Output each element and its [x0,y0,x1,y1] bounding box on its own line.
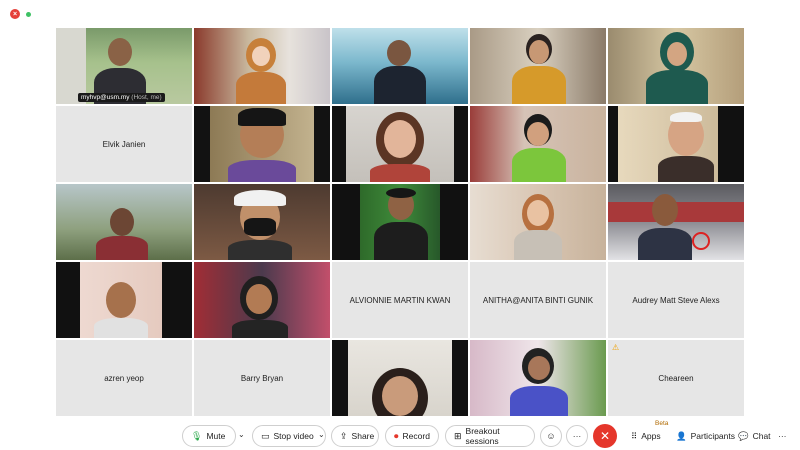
more-icon: ··· [778,431,787,441]
window-controls: × [10,9,31,19]
participant-name: ANITHA@ANITA BINTI GUNIK [482,295,594,305]
video-tile[interactable] [470,340,606,416]
participants-icon: 👤 [676,430,687,441]
video-tile[interactable] [608,106,744,182]
participant-name: Elvik Janien [102,139,146,149]
video-tile[interactable] [332,106,468,182]
video-tile[interactable] [608,28,744,104]
video-tile-host[interactable]: myhvp@usm.my (Host, me) [56,28,192,104]
overflow-menu-button[interactable]: ··· [778,425,787,447]
end-call-button[interactable]: ✕ [593,424,617,448]
video-tile-off[interactable]: ALVIONNIE MARTIN KWAN [332,262,468,338]
mute-button[interactable]: 🎙 Mute [182,425,236,447]
video-tile[interactable] [194,106,330,182]
video-tile[interactable] [194,28,330,104]
participant-name: ALVIONNIE MARTIN KWAN [349,295,451,305]
video-tile[interactable] [470,28,606,104]
video-tile[interactable] [56,262,192,338]
more-icon: ··· [572,431,582,441]
video-tile[interactable] [194,262,330,338]
breakout-icon: ⊞ [454,430,462,441]
share-button[interactable]: ⇪ Share [331,425,379,447]
share-icon: ⇪ [340,430,348,441]
connection-status-icon [26,11,31,17]
more-options-button[interactable]: ··· [566,425,588,447]
smiley-icon: ☺ [546,431,556,441]
apps-icon: ⠿ [631,430,638,441]
video-tile[interactable] [608,184,744,260]
record-icon: ⏺ [394,430,399,441]
video-tile[interactable] [332,28,468,104]
host-name-label: myhvp@usm.my (Host, me) [78,93,165,102]
video-tile[interactable] [470,184,606,260]
video-camera-icon: ▭ [261,430,270,441]
apps-button[interactable]: ⠿ Apps [631,425,661,447]
chat-icon: 💬 [738,430,749,441]
microphone-icon: 🎙 [191,430,203,441]
reactions-button[interactable]: ☺ [540,425,562,447]
video-tile-off[interactable]: Barry Bryan [194,340,330,416]
video-grid: myhvp@usm.my (Host, me) Elvik Janien ALV… [56,28,744,416]
video-tile-off[interactable]: ⚠ Cheareen [608,340,744,416]
video-tile-off[interactable]: Audrey Matt Steve Alexs [608,262,744,338]
video-tile[interactable] [470,106,606,182]
participant-name: Cheareen [658,373,694,383]
participant-name: azren yeop [104,373,144,383]
video-tile-off[interactable]: ANITHA@ANITA BINTI GUNIK [470,262,606,338]
chevron-down-icon[interactable]: ⌄ [238,430,245,439]
video-tile-off[interactable]: azren yeop [56,340,192,416]
participants-button[interactable]: 👤 Participants [676,425,735,447]
video-tile[interactable] [332,340,468,416]
warning-icon: ⚠ [612,343,620,352]
close-icon: ✕ [599,429,611,443]
video-tile[interactable] [56,184,192,260]
stop-video-button[interactable]: ▭ Stop video [252,425,326,447]
participant-name: Barry Bryan [240,373,284,383]
chat-button[interactable]: 💬 Chat [738,425,771,447]
video-tile[interactable] [332,184,468,260]
close-icon[interactable]: × [10,9,20,19]
chevron-down-icon[interactable]: ⌄ [318,430,325,439]
video-tile[interactable] [194,184,330,260]
breakout-sessions-button[interactable]: ⊞ Breakout sessions [445,425,535,447]
record-button[interactable]: ⏺ Record [385,425,439,447]
participant-name: Audrey Matt Steve Alexs [632,295,720,305]
video-tile-off[interactable]: Elvik Janien [56,106,192,182]
